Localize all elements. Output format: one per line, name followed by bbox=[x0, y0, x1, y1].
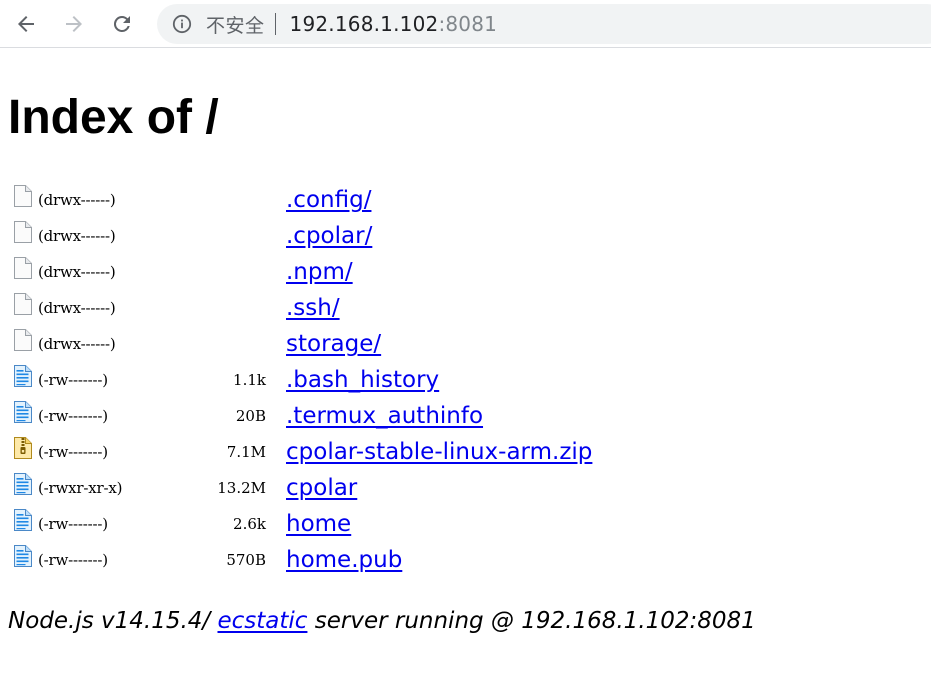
file-link[interactable]: .ssh/ bbox=[286, 295, 340, 321]
file-name-cell: .cpolar/ bbox=[286, 218, 592, 254]
text-file-icon bbox=[13, 508, 38, 536]
file-permissions: (-rw-------) bbox=[38, 515, 108, 533]
blank-file-icon bbox=[13, 220, 38, 248]
blank-file-icon bbox=[13, 328, 38, 356]
listing-row: (drwx------) storage/ bbox=[8, 326, 592, 362]
file-size: 570B bbox=[226, 551, 266, 569]
file-size bbox=[188, 326, 286, 362]
listing-row: (drwx------) .npm/ bbox=[8, 254, 592, 290]
file-size: 1.1k bbox=[233, 371, 266, 389]
file-link[interactable]: .cpolar/ bbox=[286, 223, 372, 249]
listing-icon-cell bbox=[8, 506, 38, 542]
listing-icon-cell bbox=[8, 254, 38, 290]
listing-icon-cell bbox=[8, 398, 38, 434]
url-host: 192.168.1.102 bbox=[289, 12, 439, 36]
file-size: 2.6k bbox=[233, 515, 266, 533]
file-size bbox=[188, 182, 286, 218]
listing-icon-cell bbox=[8, 290, 38, 326]
file-name-cell: cpolar-stable-linux-arm.zip bbox=[286, 434, 592, 470]
url-port: :8081 bbox=[438, 12, 498, 36]
file-permissions: (drwx------) bbox=[38, 227, 116, 245]
listing-row: (-rw-------) 1.1k .bash_history bbox=[8, 362, 592, 398]
file-permissions: (-rwxr-xr-x) bbox=[38, 479, 123, 497]
listing-icon-cell bbox=[8, 542, 38, 578]
server-footer: Node.js v14.15.4/ ecstatic server runnin… bbox=[8, 608, 756, 634]
listing-icon-cell bbox=[8, 470, 38, 506]
text-file-icon bbox=[13, 364, 38, 392]
file-permissions: (drwx------) bbox=[38, 335, 116, 353]
file-size: 13.2M bbox=[217, 479, 266, 497]
file-link[interactable]: cpolar bbox=[286, 475, 357, 501]
listing-icon-cell bbox=[8, 362, 38, 398]
file-permissions: (-rw-------) bbox=[38, 371, 108, 389]
file-name-cell: home.pub bbox=[286, 542, 592, 578]
file-link[interactable]: .npm/ bbox=[286, 259, 353, 285]
file-permissions: (-rw-------) bbox=[38, 443, 108, 461]
file-size bbox=[188, 254, 286, 290]
directory-listing: (drwx------) .config/ (drwx------) .cpolar/… bbox=[8, 182, 592, 578]
text-file-icon bbox=[13, 400, 38, 428]
address-bar[interactable]: 不安全 192.168.1.102:8081 bbox=[157, 4, 931, 44]
file-name-cell: .npm/ bbox=[286, 254, 592, 290]
back-button[interactable] bbox=[8, 6, 44, 42]
address-separator bbox=[274, 13, 276, 35]
reload-icon bbox=[113, 15, 130, 32]
file-size: 20B bbox=[235, 407, 266, 425]
listing-icon-cell bbox=[8, 326, 38, 362]
zip-file-icon bbox=[13, 436, 38, 464]
back-arrow-icon bbox=[18, 16, 34, 32]
file-name-cell: .ssh/ bbox=[286, 290, 592, 326]
file-name-cell: .bash_history bbox=[286, 362, 592, 398]
file-link[interactable]: storage/ bbox=[286, 331, 381, 357]
file-link[interactable]: .termux_authinfo bbox=[286, 403, 483, 429]
file-name-cell: .config/ bbox=[286, 182, 592, 218]
listing-row: (-rwxr-xr-x) 13.2M cpolar bbox=[8, 470, 592, 506]
footer-prefix: Node.js v14.15.4/ bbox=[8, 608, 218, 634]
browser-toolbar: 不安全 192.168.1.102:8081 bbox=[0, 0, 931, 48]
forward-button[interactable] bbox=[56, 6, 92, 42]
ecstatic-link[interactable]: ecstatic bbox=[217, 608, 307, 634]
listing-row: (-rw-------) 2.6k home bbox=[8, 506, 592, 542]
security-label[interactable]: 不安全 bbox=[206, 11, 265, 38]
page-title: Index of / bbox=[8, 91, 219, 144]
forward-arrow-icon bbox=[66, 16, 82, 32]
file-permissions: (-rw-------) bbox=[38, 407, 108, 425]
file-name-cell: home bbox=[286, 506, 592, 542]
text-file-icon bbox=[13, 544, 38, 572]
listing-row: (-rw-------) 7.1M cpolar-stable-linux-arm.… bbox=[8, 434, 592, 470]
listing-icon-cell bbox=[8, 434, 38, 470]
file-link[interactable]: home bbox=[286, 511, 351, 537]
listing-row: (drwx------) .config/ bbox=[8, 182, 592, 218]
file-name-cell: storage/ bbox=[286, 326, 592, 362]
text-file-icon bbox=[13, 472, 38, 500]
file-link[interactable]: home.pub bbox=[286, 547, 402, 573]
file-name-cell: cpolar bbox=[286, 470, 592, 506]
listing-icon-cell bbox=[8, 182, 38, 218]
file-name-cell: .termux_authinfo bbox=[286, 398, 592, 434]
file-permissions: (drwx------) bbox=[38, 191, 116, 209]
reload-button[interactable] bbox=[104, 6, 140, 42]
blank-file-icon bbox=[13, 292, 38, 320]
footer-suffix: server running @ 192.168.1.102:8081 bbox=[307, 608, 756, 634]
file-size bbox=[188, 218, 286, 254]
file-size bbox=[188, 290, 286, 326]
file-permissions: (-rw-------) bbox=[38, 551, 108, 569]
info-icon[interactable] bbox=[172, 14, 192, 34]
listing-row: (drwx------) .ssh/ bbox=[8, 290, 592, 326]
blank-file-icon bbox=[13, 184, 38, 212]
blank-file-icon bbox=[13, 256, 38, 284]
listing-icon-cell bbox=[8, 218, 38, 254]
listing-row: (-rw-------) 20B .termux_authinfo bbox=[8, 398, 592, 434]
listing-row: (-rw-------) 570B home.pub bbox=[8, 542, 592, 578]
url-text[interactable]: 192.168.1.102:8081 bbox=[290, 12, 498, 36]
listing-row: (drwx------) .cpolar/ bbox=[8, 218, 592, 254]
file-link[interactable]: .config/ bbox=[286, 187, 371, 213]
file-link[interactable]: cpolar-stable-linux-arm.zip bbox=[286, 439, 592, 465]
file-link[interactable]: .bash_history bbox=[286, 367, 439, 393]
file-permissions: (drwx------) bbox=[38, 299, 116, 317]
file-permissions: (drwx------) bbox=[38, 263, 116, 281]
file-size: 7.1M bbox=[226, 443, 266, 461]
